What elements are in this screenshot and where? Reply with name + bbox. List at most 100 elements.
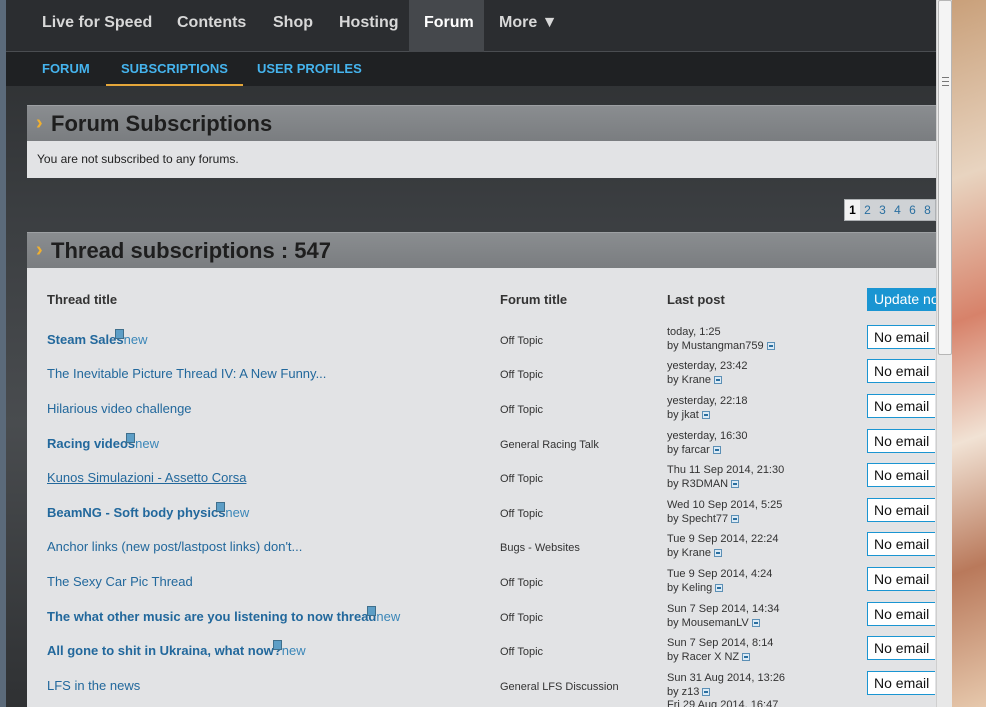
go-to-last-post-icon[interactable] <box>714 376 723 384</box>
last-post-date: Tue 9 Sep 2014, 4:24 <box>667 568 773 580</box>
desktop-background <box>952 0 986 707</box>
nav-item-shop[interactable]: Shop <box>258 0 328 52</box>
thread-title-link[interactable]: The Sexy Car Pic Thread <box>47 574 193 589</box>
last-post-author: by z13 <box>667 685 785 699</box>
go-to-last-post-icon[interactable] <box>702 688 711 696</box>
page-link-6[interactable]: 6 <box>905 200 920 220</box>
email-notification-select[interactable]: No email <box>867 602 935 626</box>
last-post-author: by Racer X NZ <box>667 650 773 664</box>
section-title: Thread subscriptions : 547 <box>51 238 331 263</box>
window-edge <box>0 0 6 707</box>
email-notification-select[interactable]: No email <box>867 498 935 522</box>
forum-title: Off Topic <box>500 646 544 658</box>
table-row: The what other music are you listening t… <box>27 602 936 637</box>
author-name[interactable]: by z13 <box>667 686 699 698</box>
thread-title-link[interactable]: Racing videos new <box>47 433 159 451</box>
author-name[interactable]: by Keling <box>667 582 712 594</box>
subnav-item-user-profiles[interactable]: USER PROFILES <box>242 52 377 86</box>
thread-title-link[interactable]: Steam Sales new <box>47 329 148 347</box>
go-to-last-post-icon[interactable] <box>712 446 721 454</box>
email-notification-select[interactable]: No email <box>867 671 935 695</box>
go-to-last-post-icon[interactable] <box>731 480 740 488</box>
subnav-item-forum[interactable]: FORUM <box>27 52 105 86</box>
thread-title-link[interactable]: Kunos Simulazioni - Assetto Corsa <box>47 470 246 485</box>
last-post: Thu 11 Sep 2014, 21:30 by R3DMAN <box>667 463 784 491</box>
last-post-date: Sun 7 Sep 2014, 8:14 <box>667 637 774 649</box>
nav-item-contents[interactable]: Contents <box>162 0 261 52</box>
last-post-date: yesterday, 16:30 <box>667 430 748 442</box>
author-name[interactable]: by Krane <box>667 374 711 386</box>
page-link-3[interactable]: 3 <box>875 200 890 220</box>
go-to-last-post-icon[interactable] <box>731 515 740 523</box>
section-title: Forum Subscriptions <box>51 111 273 136</box>
email-notification-select[interactable]: No email <box>867 429 935 453</box>
page-link-8[interactable]: 8 <box>920 200 935 220</box>
new-post-link[interactable]: new <box>114 329 148 347</box>
email-notification-select[interactable]: No email <box>867 325 935 349</box>
thread-title-link[interactable]: All gone to shit in Ukraina, what now? ne… <box>47 640 306 658</box>
subnav-item-subscriptions[interactable]: SUBSCRIPTIONS <box>106 52 243 86</box>
thread-title-link[interactable]: The Inevitable Picture Thread IV: A New … <box>47 366 326 381</box>
go-to-last-post-icon[interactable] <box>714 549 723 557</box>
author-name[interactable]: by Specht77 <box>667 513 728 525</box>
author-name[interactable]: by Krane <box>667 547 711 559</box>
email-notification-select[interactable]: No email <box>867 532 935 556</box>
thread-table: Thread title Forum title Last post Updat… <box>27 268 936 707</box>
thread-title-link[interactable]: Hilarious video challenge <box>47 401 192 416</box>
scrollbar[interactable] <box>936 0 952 707</box>
thread-title-link[interactable]: BeamNG - Soft body physics new <box>47 502 249 520</box>
page-link-2[interactable]: 2 <box>860 200 875 220</box>
last-post: Sun 31 Aug 2014, 13:26 by z13 <box>667 671 785 699</box>
new-label: new <box>123 332 148 347</box>
go-to-last-post-icon[interactable] <box>701 411 710 419</box>
author-name[interactable]: by R3DMAN <box>667 478 728 490</box>
chevron-icon: › <box>36 112 43 134</box>
nav-item-live-for-speed[interactable]: Live for Speed <box>27 0 167 52</box>
go-to-last-post-icon[interactable] <box>766 342 775 350</box>
table-row: Kunos Simulazioni - Assetto Corsa Off Top… <box>27 463 936 498</box>
forum-title: Off Topic <box>500 612 544 624</box>
email-notification-select[interactable]: No email <box>867 359 935 383</box>
last-post-date: yesterday, 23:42 <box>667 360 748 372</box>
go-to-last-post-icon[interactable] <box>751 619 760 627</box>
last-post-author: by Specht77 <box>667 512 782 526</box>
author-name[interactable]: by jkat <box>667 409 699 421</box>
nav-item-forum[interactable]: Forum <box>409 0 484 52</box>
thread-title-text: Hilarious video challenge <box>47 401 192 416</box>
thread-title-text: All gone to shit in Ukraina, what now? <box>47 643 282 658</box>
author-name[interactable]: by MousemanLV <box>667 617 749 629</box>
author-name[interactable]: by Racer X NZ <box>667 651 739 663</box>
go-to-last-post-icon[interactable] <box>715 584 724 592</box>
author-name[interactable]: by Mustangman759 <box>667 340 764 352</box>
email-notification-select[interactable]: No email <box>867 394 935 418</box>
thread-subscriptions-header: › Thread subscriptions : 547 <box>27 232 936 268</box>
thread-title-link[interactable]: Anchor links (new post/lastpost links) d… <box>47 539 302 554</box>
new-post-link[interactable]: new <box>216 502 249 520</box>
last-post-date: Tue 9 Sep 2014, 22:24 <box>667 533 779 545</box>
thread-title-link[interactable]: The what other music are you listening t… <box>47 606 400 624</box>
new-post-link[interactable]: new <box>272 640 306 658</box>
email-notification-select[interactable]: No email <box>867 463 935 487</box>
pagination: 123468 <box>844 199 936 221</box>
scrollbar-thumb[interactable] <box>938 0 952 355</box>
go-to-last-post-icon[interactable] <box>742 653 751 661</box>
nav-item-more[interactable]: More ▼ <box>484 0 573 52</box>
chevron-icon: › <box>36 239 43 261</box>
thread-title-text: Kunos Simulazioni - Assetto Corsa <box>47 470 247 485</box>
new-post-link[interactable]: new <box>126 433 159 451</box>
new-post-link[interactable]: new <box>367 606 400 624</box>
nav-item-hosting[interactable]: Hosting <box>324 0 414 52</box>
thread-title-text: Racing videos <box>47 436 136 451</box>
email-notification-select[interactable]: No email <box>867 636 935 660</box>
new-post-icon <box>367 606 377 616</box>
grip-icon <box>942 77 949 86</box>
page-link-1[interactable]: 1 <box>845 200 860 220</box>
last-post-author: by farcar <box>667 443 748 457</box>
thread-title-link[interactable]: LFS in the news <box>47 678 140 693</box>
update-notifications-button[interactable]: Update notifications <box>867 288 936 311</box>
author-name[interactable]: by farcar <box>667 444 710 456</box>
email-notification-select[interactable]: No email <box>867 567 935 591</box>
page-link-4[interactable]: 4 <box>890 200 905 220</box>
last-post-date: Wed 10 Sep 2014, 5:25 <box>667 499 783 511</box>
table-row: Anchor links (new post/lastpost links) d… <box>27 532 936 567</box>
